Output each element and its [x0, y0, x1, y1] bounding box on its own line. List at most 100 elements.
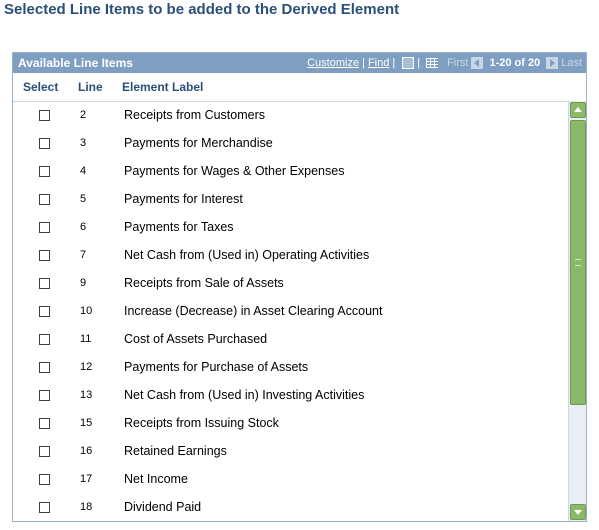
table-row: 5 Payments for Interest [13, 185, 568, 213]
select-cell [13, 109, 77, 121]
line-number: 17 [80, 473, 93, 485]
column-header-line[interactable]: Line [77, 80, 122, 94]
previous-arrow-icon [471, 57, 484, 69]
element-label: Payments for Wages & Other Expenses [124, 164, 345, 178]
element-label: Net Income [124, 472, 188, 486]
select-checkbox[interactable] [39, 417, 50, 429]
select-checkbox[interactable] [39, 137, 50, 149]
select-checkbox[interactable] [39, 445, 50, 457]
vertical-scrollbar[interactable] [568, 101, 586, 521]
select-checkbox[interactable] [39, 277, 50, 289]
line-number: 16 [80, 445, 93, 457]
scroll-thumb[interactable] [570, 120, 586, 405]
element-label: Increase (Decrease) in Asset Clearing Ac… [124, 304, 383, 318]
select-checkbox[interactable] [39, 333, 50, 345]
line-number: 13 [80, 389, 93, 401]
select-checkbox[interactable] [39, 193, 50, 205]
line-number: 11 [80, 333, 92, 345]
line-number: 2 [80, 109, 87, 121]
table-row: 13 Net Cash from (Used in) Investing Acti… [13, 381, 568, 409]
select-checkbox[interactable] [39, 165, 50, 177]
next-arrow-icon [546, 57, 559, 69]
element-label: Payments for Taxes [124, 220, 234, 234]
element-label: Receipts from Customers [124, 108, 266, 122]
line-number: 9 [80, 277, 87, 289]
nav-separator: | [362, 57, 365, 69]
element-label: Payments for Merchandise [124, 136, 273, 150]
table-row: 9 Receipts from Sale of Assets [13, 269, 568, 297]
line-number: 10 [80, 305, 93, 317]
table-row: 11 Cost of Assets Purchased [13, 325, 568, 353]
table-row: 10 Increase (Decrease) in Asset Clearing … [13, 297, 568, 325]
grid-title: Available Line Items [18, 56, 133, 70]
select-cell [13, 445, 77, 457]
line-number: 6 [80, 221, 87, 233]
download-grid-icon[interactable] [426, 58, 439, 68]
element-label: Payments for Interest [124, 192, 243, 206]
column-header-select[interactable]: Select [13, 80, 77, 94]
select-checkbox[interactable] [39, 305, 50, 317]
select-checkbox[interactable] [39, 109, 50, 121]
line-number: 18 [80, 501, 93, 513]
element-label: Receipts from Issuing Stock [124, 416, 279, 430]
select-cell [13, 137, 77, 149]
table-row: 4 Payments for Wages & Other Expenses [13, 157, 568, 185]
first-link: First [447, 57, 469, 69]
nav-separator: | [392, 57, 396, 69]
select-cell [13, 193, 77, 205]
column-header-row: Select Line Element Label [13, 73, 586, 102]
select-checkbox[interactable] [39, 361, 50, 373]
line-number: 5 [80, 193, 87, 205]
grid-rows: 2 Receipts from Customers 3 Payments for Me… [13, 101, 568, 521]
select-cell [13, 249, 77, 261]
available-line-items-grid: Available Line Items Customize | Find | … [12, 52, 587, 522]
nav-separator: | [417, 57, 421, 69]
element-label: Dividend Paid [124, 500, 202, 514]
table-row: 15 Receipts from Issuing Stock [13, 409, 568, 437]
select-cell [13, 361, 77, 373]
column-header-element-label[interactable]: Element Label [122, 80, 586, 94]
line-number: 3 [80, 137, 87, 149]
element-label: Net Cash from (Used in) Operating Activi… [124, 248, 370, 262]
table-row: 6 Payments for Taxes [13, 213, 568, 241]
page-title: Selected Line Items to be added to the D… [4, 1, 400, 18]
table-row: 18 Dividend Paid [13, 493, 568, 521]
select-checkbox[interactable] [39, 249, 50, 261]
select-cell [13, 501, 77, 513]
last-link: Last [561, 57, 582, 69]
row-range: 1-20 of 20 [489, 57, 541, 69]
line-number: 15 [80, 417, 93, 429]
select-checkbox[interactable] [39, 501, 50, 513]
table-row: 2 Receipts from Customers [13, 101, 568, 129]
select-cell [13, 305, 77, 317]
table-row: 7 Net Cash from (Used in) Operating Activ… [13, 241, 568, 269]
scroll-down-icon[interactable] [570, 504, 586, 520]
table-row: 12 Payments for Purchase of Assets [13, 353, 568, 381]
select-cell [13, 221, 77, 233]
element-label: Net Cash from (Used in) Investing Activi… [124, 388, 365, 402]
line-number: 7 [80, 249, 87, 261]
element-label: Cost of Assets Purchased [124, 332, 268, 346]
select-cell [13, 277, 77, 289]
select-cell [13, 389, 77, 401]
element-label: Retained Earnings [124, 444, 227, 458]
view-all-icon[interactable] [402, 57, 415, 69]
scroll-up-icon[interactable] [570, 102, 586, 118]
line-number: 12 [80, 361, 93, 373]
element-label: Payments for Purchase of Assets [124, 360, 309, 374]
select-cell [13, 417, 77, 429]
customize-link[interactable]: Customize [307, 57, 359, 69]
select-cell [13, 333, 77, 345]
select-cell [13, 165, 77, 177]
select-checkbox[interactable] [39, 221, 50, 233]
select-checkbox[interactable] [39, 473, 50, 485]
table-row: 3 Payments for Merchandise [13, 129, 568, 157]
line-number: 4 [80, 165, 87, 177]
find-link[interactable]: Find [368, 57, 389, 69]
element-label: Receipts from Sale of Assets [124, 276, 284, 290]
select-cell [13, 473, 77, 485]
table-row: 16 Retained Earnings [13, 437, 568, 465]
grid-navigation: Customize | Find | | First 1-20 of 20 La… [307, 53, 582, 73]
select-checkbox[interactable] [39, 389, 50, 401]
grid-header: Available Line Items Customize | Find | … [13, 53, 586, 73]
